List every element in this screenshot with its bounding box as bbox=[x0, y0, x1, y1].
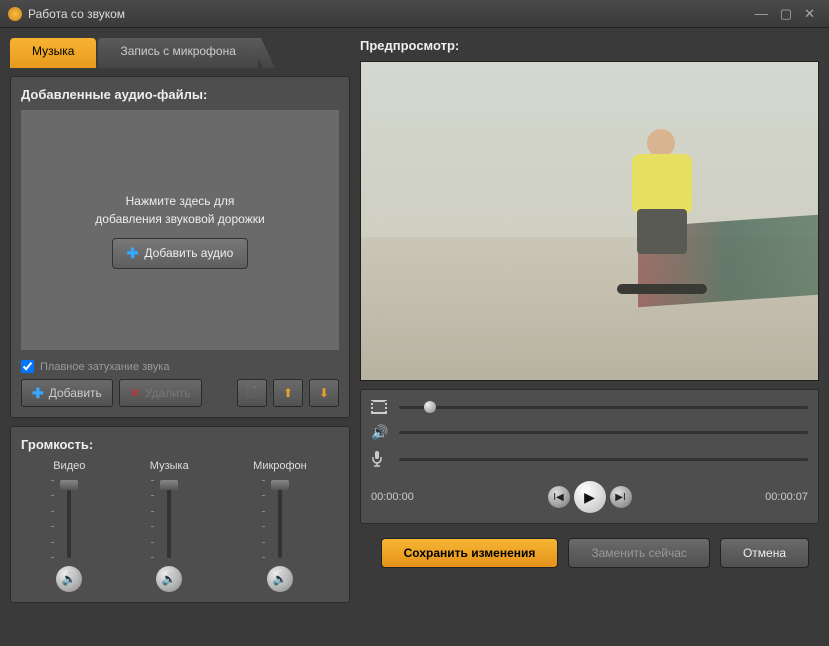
drop-area[interactable]: Нажмите здесь для добавления звуковой до… bbox=[21, 110, 339, 350]
film-icon bbox=[371, 400, 389, 414]
microphone-icon bbox=[371, 451, 389, 467]
delete-icon: ✖ bbox=[130, 386, 140, 400]
clear-button[interactable]: 🗋 bbox=[237, 379, 267, 407]
volume-video: Видео 🔊 bbox=[53, 460, 85, 592]
move-down-button[interactable]: ⬇ bbox=[309, 379, 339, 407]
clear-icon: 🗋 bbox=[247, 383, 257, 404]
time-current: 00:00:00 bbox=[371, 491, 414, 503]
volume-mic-slider[interactable] bbox=[268, 480, 292, 558]
minimize-icon[interactable]: — bbox=[749, 6, 774, 21]
speaker-icon: 🔊 bbox=[62, 572, 77, 586]
speaker-icon: 🔊 bbox=[371, 424, 389, 441]
mic-track-slider[interactable] bbox=[399, 452, 808, 466]
fade-checkbox[interactable] bbox=[21, 360, 34, 373]
volume-panel: Громкость: Видео 🔊 Музыка 🔊 bbox=[10, 426, 350, 603]
preview-header: Предпросмотр: bbox=[360, 38, 819, 53]
volume-mic: Микрофон 🔊 bbox=[253, 460, 307, 592]
time-total: 00:00:07 bbox=[765, 491, 808, 503]
fade-label: Плавное затухание звука bbox=[40, 361, 169, 373]
volume-video-slider[interactable] bbox=[57, 480, 81, 558]
tabs: Музыка Запись с микрофона bbox=[10, 38, 350, 68]
footer: Сохранить изменения Заменить сейчас Отме… bbox=[360, 532, 819, 578]
window-title: Работа со звуком bbox=[28, 7, 749, 21]
tab-mic[interactable]: Запись с микрофона bbox=[98, 38, 257, 68]
play-button[interactable]: ▶ bbox=[574, 481, 606, 513]
delete-button[interactable]: ✖ Удалить bbox=[119, 379, 202, 407]
volume-music: Музыка 🔊 bbox=[150, 460, 189, 592]
app-icon bbox=[8, 7, 22, 21]
maximize-icon[interactable]: ▢ bbox=[774, 6, 798, 22]
add-audio-label: Добавить аудио bbox=[144, 246, 233, 260]
close-icon[interactable]: ✕ bbox=[798, 6, 821, 22]
arrow-up-icon: ⬆ bbox=[283, 386, 293, 400]
skip-forward-icon: ▶I bbox=[615, 492, 625, 503]
next-button[interactable]: ▶I bbox=[610, 486, 632, 508]
skip-back-icon: I◀ bbox=[553, 492, 563, 503]
play-icon: ▶ bbox=[584, 489, 595, 506]
plus-icon: ✚ bbox=[127, 245, 139, 262]
arrow-down-icon: ⬇ bbox=[319, 386, 329, 400]
plus-icon: ✚ bbox=[32, 385, 44, 402]
speaker-icon: 🔊 bbox=[162, 572, 177, 586]
speaker-icon: 🔊 bbox=[272, 572, 287, 586]
drop-hint: Нажмите здесь для добавления звуковой до… bbox=[95, 192, 264, 228]
music-track-slider[interactable] bbox=[399, 426, 808, 440]
save-button[interactable]: Сохранить изменения bbox=[381, 538, 559, 568]
added-files-panel: Добавленные аудио-файлы: Нажмите здесь д… bbox=[10, 76, 350, 418]
add-audio-button[interactable]: ✚ Добавить аудио bbox=[112, 238, 249, 269]
volume-header: Громкость: bbox=[21, 437, 339, 452]
tab-music[interactable]: Музыка bbox=[10, 38, 96, 68]
track-controls: 🔊 00:00:00 I◀ ▶ ▶I 00:00:07 bbox=[360, 389, 819, 524]
replace-button[interactable]: Заменить сейчас bbox=[568, 538, 710, 568]
video-track-slider[interactable] bbox=[399, 400, 808, 414]
mute-video-button[interactable]: 🔊 bbox=[56, 566, 82, 592]
titlebar: Работа со звуком — ▢ ✕ bbox=[0, 0, 829, 28]
mute-mic-button[interactable]: 🔊 bbox=[267, 566, 293, 592]
video-preview bbox=[360, 61, 819, 381]
mute-music-button[interactable]: 🔊 bbox=[156, 566, 182, 592]
add-button[interactable]: ✚ Добавить bbox=[21, 379, 113, 407]
move-up-button[interactable]: ⬆ bbox=[273, 379, 303, 407]
added-files-header: Добавленные аудио-файлы: bbox=[21, 87, 339, 102]
prev-button[interactable]: I◀ bbox=[548, 486, 570, 508]
cancel-button[interactable]: Отмена bbox=[720, 538, 809, 568]
volume-music-slider[interactable] bbox=[157, 480, 181, 558]
